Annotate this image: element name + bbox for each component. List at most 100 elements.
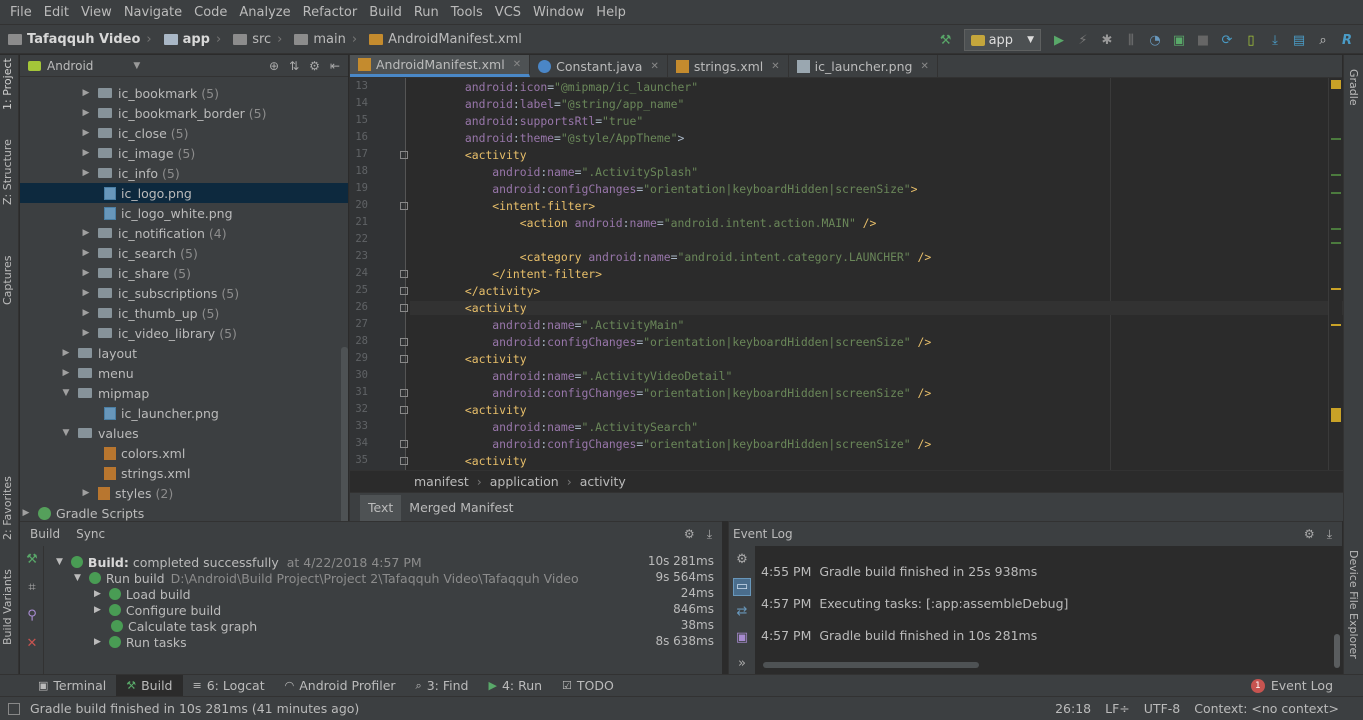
fold-icon[interactable] (400, 151, 408, 159)
build-result-row[interactable]: ▼ Build: completed successfully at 4/22/… (56, 554, 422, 570)
tree-item-ic-image[interactable]: ▶ ic_image (5) (20, 143, 348, 163)
menu-code[interactable]: Code (188, 5, 233, 20)
soft-wrap-icon[interactable]: ⇄ (733, 604, 751, 622)
debug-icon[interactable]: ✱ (1098, 31, 1116, 49)
menu-view[interactable]: View (75, 5, 118, 20)
more-icon[interactable]: » (733, 656, 751, 674)
tree-item-ic-subscriptions[interactable]: ▶ ic_subscriptions (5) (20, 283, 348, 303)
code-area[interactable]: 13 14 15 16 17 18 19 20 21 22 23 24 25 2… (350, 78, 1343, 470)
tab-android-manifest[interactable]: AndroidManifest.xml ✕ (350, 55, 531, 77)
menu-edit[interactable]: Edit (38, 5, 75, 20)
resharper-icon[interactable]: R (1338, 31, 1356, 49)
menu-help[interactable]: Help (590, 5, 632, 20)
collapse-arrow-icon[interactable]: ▼ (60, 428, 72, 438)
warning-marker[interactable] (1331, 80, 1341, 89)
tree-item-ic-launcher[interactable]: ic_launcher.png (20, 403, 348, 423)
menu-run[interactable]: Run (408, 5, 445, 20)
tab-captures[interactable]: Captures (1, 256, 18, 318)
project-scrollbar[interactable] (341, 347, 348, 521)
expand-arrow-icon[interactable]: ▶ (80, 328, 92, 338)
tab-find[interactable]: ⌕ 3: Find (406, 675, 479, 697)
tree-item-ic-bookmark-border[interactable]: ▶ ic_bookmark_border (5) (20, 103, 348, 123)
collapse-arrow-icon[interactable]: ▼ (60, 388, 72, 398)
menu-file[interactable]: File (4, 5, 38, 20)
tab-structure[interactable]: Z: Structure (1, 139, 18, 218)
fold-icon[interactable] (400, 338, 408, 346)
fold-icon[interactable] (400, 457, 408, 465)
expand-arrow-icon[interactable]: ▶ (80, 228, 92, 238)
tab-ic-launcher-png[interactable]: ic_launcher.png ✕ (789, 55, 938, 77)
collapse-arrow-icon[interactable]: ▼ (56, 557, 63, 567)
menu-vcs[interactable]: VCS (489, 5, 527, 20)
tab-constant-java[interactable]: Constant.java ✕ (530, 55, 668, 77)
error-stripe[interactable] (1328, 78, 1342, 470)
breadcrumb-manifest[interactable]: manifest (414, 474, 469, 489)
breadcrumb-activity[interactable]: activity (580, 474, 626, 489)
pin-icon[interactable]: ⚲ (24, 608, 40, 624)
tree-item-layout[interactable]: ▶ layout (20, 343, 348, 363)
clear-all-icon[interactable]: ▣ (733, 630, 751, 648)
collapse-icon[interactable]: ⇅ (289, 59, 299, 73)
target-icon[interactable]: ⊕ (269, 59, 279, 73)
expand-arrow-icon[interactable]: ▶ (80, 88, 92, 98)
expand-arrow-icon[interactable]: ▶ (94, 637, 101, 647)
expand-arrow-icon[interactable]: ▶ (94, 605, 101, 615)
expand-arrow-icon[interactable]: ▶ (80, 308, 92, 318)
line-separator[interactable]: LF÷ (1105, 701, 1130, 716)
build-step-row[interactable]: ▶ Run tasks (94, 634, 187, 650)
hide-icon[interactable]: ⇤ (330, 59, 340, 73)
caret-position[interactable]: 26:18 (1055, 701, 1091, 716)
tree-item-styles[interactable]: ▶ styles (2) (20, 483, 348, 503)
expand-arrow-icon[interactable]: ▶ (80, 168, 92, 178)
expand-arrow-icon[interactable]: ▶ (80, 128, 92, 138)
tab-favorites[interactable]: 2: Favorites (1, 476, 18, 553)
tab-build-output[interactable]: Build (30, 527, 60, 541)
tree-item-strings-xml[interactable]: strings.xml (20, 463, 348, 483)
project-structure-icon[interactable]: ▤ (1290, 31, 1308, 49)
profile-icon[interactable]: ◔ (1146, 31, 1164, 49)
tree-item-gradle-scripts[interactable]: ▶ Gradle Scripts (20, 503, 348, 521)
tab-build-variants[interactable]: Build Variants (1, 569, 18, 658)
tree-item-ic-video-library[interactable]: ▶ ic_video_library (5) (20, 323, 348, 343)
fold-icon[interactable] (400, 287, 408, 295)
tree-item-ic-bookmark[interactable]: ▶ ic_bookmark (5) (20, 83, 348, 103)
balloon-icon[interactable]: ▭ (733, 578, 751, 596)
nav-src[interactable]: src › (233, 32, 286, 47)
expand-arrow-icon[interactable]: ▶ (94, 589, 101, 599)
menu-tools[interactable]: Tools (445, 5, 489, 20)
tree-item-values[interactable]: ▼ values (20, 423, 348, 443)
fold-icon[interactable] (400, 270, 408, 278)
menu-navigate[interactable]: Navigate (118, 5, 188, 20)
tab-event-log[interactable]: 1 Event Log (1241, 675, 1343, 697)
sdk-manager-icon[interactable]: ⤓ (1266, 31, 1284, 49)
close-icon[interactable]: ✕ (920, 61, 928, 72)
fold-icon[interactable] (400, 202, 408, 210)
tab-sync[interactable]: Sync (76, 527, 105, 541)
tab-android-profiler[interactable]: ◠ Android Profiler (275, 675, 406, 697)
warning-marker[interactable] (1331, 408, 1341, 422)
tab-logcat[interactable]: ≡ 6: Logcat (183, 675, 275, 697)
horizontal-scrollbar[interactable] (763, 662, 979, 668)
toggle-view-icon[interactable]: ⌗ (24, 580, 40, 596)
sync-gradle-icon[interactable]: ⟳ (1218, 31, 1236, 49)
expand-arrow-icon[interactable]: ▶ (80, 288, 92, 298)
tab-todo[interactable]: ☑ TODO (552, 675, 624, 697)
menu-refactor[interactable]: Refactor (297, 5, 364, 20)
tab-merged-manifest[interactable]: Merged Manifest (401, 495, 521, 521)
hammer-icon[interactable]: ⚒ (24, 552, 40, 568)
tab-strings-xml[interactable]: strings.xml ✕ (668, 55, 789, 77)
tab-text[interactable]: Text (360, 495, 402, 521)
fold-icon[interactable] (400, 406, 408, 414)
stop-icon[interactable]: ■ (1194, 31, 1212, 49)
tree-item-ic-close[interactable]: ▶ ic_close (5) (20, 123, 348, 143)
run-build-row[interactable]: ▼ Run build D:\Android\Build Project\Pro… (74, 570, 579, 586)
tree-item-ic-logo-white[interactable]: ic_logo_white.png (20, 203, 348, 223)
run-config-select[interactable]: app ▼ (963, 29, 1041, 51)
tree-item-mipmap[interactable]: ▼ mipmap (20, 383, 348, 403)
tree-item-ic-logo[interactable]: ic_logo.png (20, 183, 348, 203)
tab-terminal[interactable]: ▣ Terminal (28, 675, 116, 697)
nav-project[interactable]: Tafaqquh Video › (8, 32, 156, 47)
tree-item-ic-notification[interactable]: ▶ ic_notification (4) (20, 223, 348, 243)
hide-icon[interactable]: ⤓ (707, 527, 712, 542)
run-icon[interactable]: ▶ (1050, 31, 1068, 49)
